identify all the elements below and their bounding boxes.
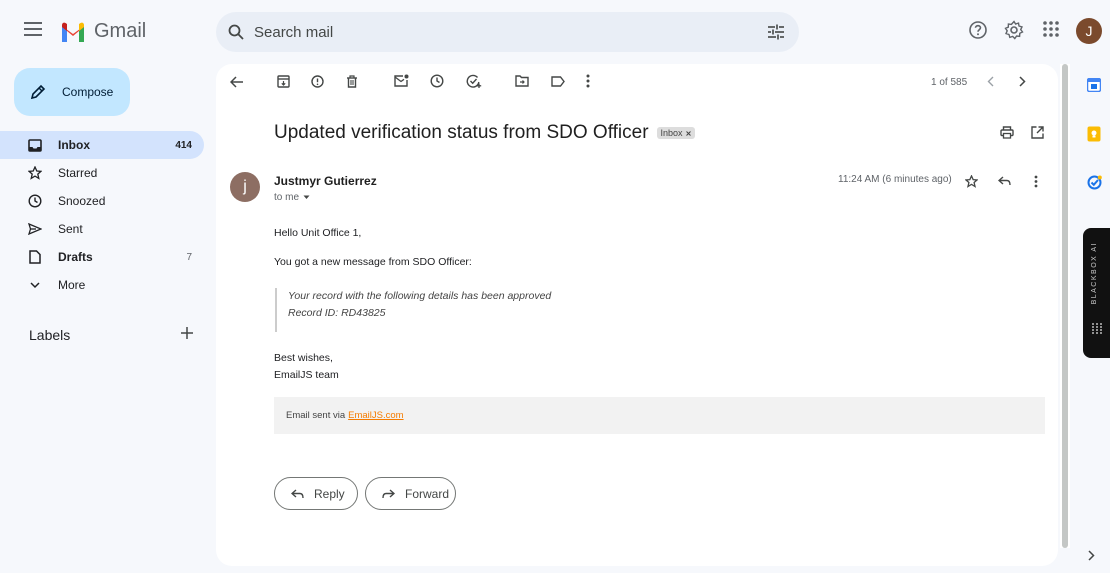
gmail-logo[interactable]: Gmail — [60, 20, 146, 43]
label-tag-icon[interactable] — [551, 76, 565, 87]
forward-button[interactable]: Forward — [365, 477, 456, 510]
back-arrow-icon[interactable] — [230, 76, 244, 88]
subject-text: Updated verification status from SDO Off… — [274, 122, 649, 143]
account-avatar[interactable]: J — [1076, 18, 1102, 44]
inbox-label-chip[interactable]: Inbox — [656, 127, 695, 139]
apps-grid-icon[interactable] — [1042, 20, 1060, 38]
intro-text: You got a new message from SDO Officer: — [274, 256, 472, 268]
sidebar-item-snoozed[interactable]: Snoozed — [0, 187, 204, 215]
search-bar[interactable] — [216, 12, 799, 52]
pagination-count: 1 of 585 — [931, 77, 968, 88]
older-chevron-right-icon[interactable] — [1019, 76, 1026, 87]
sidebar-item-starred[interactable]: Starred — [0, 159, 204, 187]
quoted-message: Your record with the following details h… — [275, 288, 551, 332]
recipient-details[interactable]: to me — [274, 192, 310, 203]
sender-avatar[interactable]: j — [230, 172, 260, 202]
labels-heading: Labels — [29, 327, 71, 343]
sender-name[interactable]: Justmyr Gutierrez — [274, 174, 377, 188]
email-footer: Email sent via EmailJS.com — [274, 397, 1045, 434]
email-timestamp: 11:24 AM (6 minutes ago) — [838, 174, 952, 185]
blackbox-label: BLACKBOX AI — [1091, 242, 1098, 305]
message-more-vertical-icon[interactable] — [1034, 175, 1038, 188]
message-scrollbar[interactable] — [1060, 64, 1070, 548]
mark-unread-icon[interactable] — [394, 74, 409, 87]
sidebar-item-label: Starred — [58, 166, 98, 180]
open-new-window-icon[interactable] — [1031, 126, 1044, 139]
quote-line-approval: Your record with the following details h… — [288, 290, 552, 302]
chevron-down-icon — [28, 281, 42, 289]
compose-button[interactable]: Compose — [14, 68, 130, 116]
top-bar: Gmail J — [0, 0, 1110, 64]
forward-icon — [382, 488, 395, 498]
recipient-dropdown-icon[interactable] — [303, 195, 310, 200]
show-side-panel-chevron-icon[interactable] — [1088, 550, 1095, 561]
settings-gear-icon[interactable] — [1004, 20, 1024, 40]
keep-notes-icon[interactable] — [1087, 126, 1101, 142]
reply-button[interactable]: Reply — [274, 477, 358, 510]
scrollbar-thumb[interactable] — [1062, 64, 1068, 548]
sidebar-item-label: Snoozed — [58, 194, 106, 208]
search-input[interactable] — [254, 23, 734, 41]
forward-label: Forward — [405, 486, 450, 501]
signature-text: EmailJS team — [274, 369, 339, 381]
reply-arrow-icon[interactable] — [998, 176, 1011, 186]
footer-prefix: Email sent via — [286, 410, 346, 421]
snooze-clock-icon[interactable] — [430, 74, 444, 88]
drafts-count: 7 — [186, 251, 192, 263]
recipient-text: to me — [274, 192, 300, 203]
gmail-m-icon — [62, 22, 84, 42]
unread-count: 414 — [175, 139, 192, 151]
archive-icon[interactable] — [277, 75, 290, 88]
print-icon[interactable] — [1000, 126, 1014, 139]
search-options-icon[interactable] — [767, 23, 785, 41]
app-name: Gmail — [94, 20, 147, 42]
sidebar-item-inbox[interactable]: Inbox 414 — [0, 131, 204, 159]
move-to-folder-icon[interactable] — [515, 75, 529, 87]
quote-line-record-id: Record ID: RD43825 — [288, 307, 386, 319]
signoff-text: Best wishes, — [274, 352, 333, 364]
sidebar-item-drafts[interactable]: Drafts 7 — [0, 243, 204, 271]
newer-chevron-left-icon[interactable] — [987, 76, 994, 87]
main-menu-icon[interactable] — [24, 22, 42, 36]
sidebar-item-sent[interactable]: Sent — [0, 215, 204, 243]
sidebar-nav: Inbox 414 Starred Snoozed Sent Drafts 7 … — [0, 131, 204, 299]
star-message-icon[interactable] — [965, 175, 978, 188]
inbox-icon — [28, 138, 42, 152]
sidebar-item-label: Sent — [58, 222, 83, 236]
greeting-text: Hello Unit Office 1, — [274, 227, 362, 239]
clock-icon — [28, 194, 42, 208]
reply-icon — [291, 488, 304, 498]
compose-label: Compose — [62, 85, 114, 99]
delete-trash-icon[interactable] — [346, 75, 358, 88]
sidebar-item-label: Drafts — [58, 250, 93, 264]
email-subject: Updated verification status from SDO Off… — [274, 122, 695, 144]
emailjs-link[interactable]: EmailJS.com — [348, 410, 403, 421]
sidebar-item-label: Inbox — [58, 138, 90, 152]
draft-icon — [28, 250, 42, 264]
create-label-plus-icon[interactable] — [180, 326, 194, 340]
more-vertical-icon[interactable] — [586, 74, 590, 88]
add-to-tasks-icon[interactable] — [466, 74, 482, 89]
calendar-icon[interactable] — [1087, 78, 1101, 92]
sidebar-item-label: More — [58, 278, 86, 292]
blackbox-ai-tab[interactable]: BLACKBOX AI — [1083, 228, 1110, 358]
reply-label: Reply — [314, 486, 345, 501]
star-icon — [28, 166, 42, 180]
remove-label-close-icon[interactable] — [685, 130, 691, 136]
report-spam-icon[interactable] — [311, 75, 324, 88]
search-icon[interactable] — [228, 24, 244, 40]
help-icon[interactable] — [968, 20, 988, 40]
chip-label: Inbox — [660, 128, 683, 138]
tasks-icon[interactable] — [1087, 175, 1102, 190]
sidebar-item-more[interactable]: More — [0, 271, 204, 299]
pencil-icon — [30, 84, 46, 100]
blackbox-dots-icon — [1092, 323, 1102, 334]
send-icon — [28, 223, 42, 235]
